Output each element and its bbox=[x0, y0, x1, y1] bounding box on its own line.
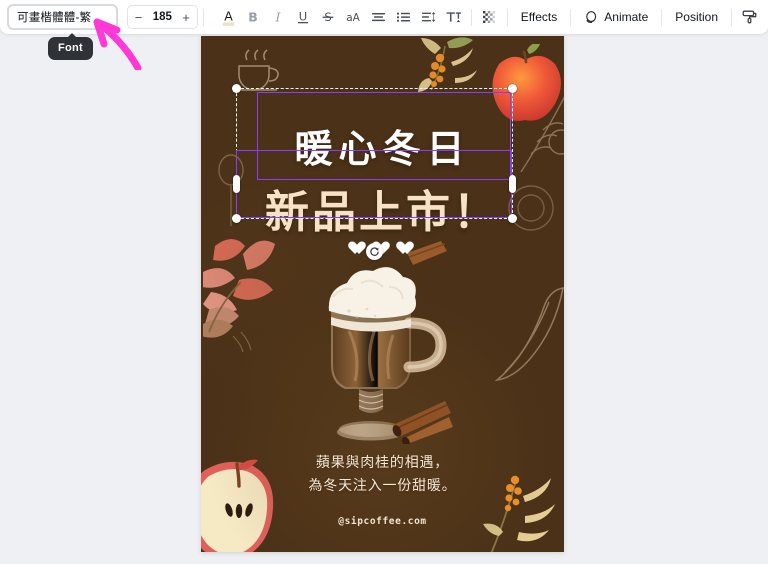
font-family-selector[interactable]: 可畫楷體體-繁 bbox=[7, 4, 118, 30]
letter-case-button[interactable]: aA bbox=[341, 5, 366, 30]
text-color-button[interactable]: A bbox=[216, 5, 241, 30]
effects-label: Effects bbox=[520, 10, 558, 24]
toolbar-divider bbox=[470, 8, 472, 26]
selection-handle-top-right[interactable] bbox=[508, 84, 517, 93]
svg-text:A: A bbox=[224, 8, 233, 23]
text-fit-icon bbox=[446, 12, 461, 23]
svg-text:I: I bbox=[275, 10, 282, 25]
font-tooltip: Font bbox=[48, 33, 94, 60]
selection-dashed-bottom bbox=[236, 218, 512, 219]
animate-button[interactable]: Animate bbox=[576, 5, 656, 30]
strikethrough-button[interactable]: S bbox=[316, 5, 341, 30]
position-label: Position bbox=[675, 10, 718, 24]
effects-button[interactable]: Effects bbox=[513, 5, 565, 30]
svg-text:U: U bbox=[299, 9, 307, 23]
italic-button[interactable]: I bbox=[266, 5, 291, 30]
toolbar-divider bbox=[731, 8, 732, 26]
transparency-button[interactable] bbox=[477, 5, 502, 30]
font-size-decrease-button[interactable]: − bbox=[135, 11, 143, 24]
underline-icon: U bbox=[298, 9, 309, 23]
selection-handle-right-middle[interactable] bbox=[509, 175, 516, 193]
bullet-list-icon bbox=[396, 12, 410, 22]
selection-handle-left-middle[interactable] bbox=[233, 175, 240, 193]
bold-button[interactable]: B bbox=[241, 5, 266, 30]
bold-icon: B bbox=[249, 10, 259, 25]
paint-roller-icon bbox=[742, 10, 756, 24]
selection-handle-top-left[interactable] bbox=[232, 84, 241, 93]
line-spacing-button[interactable] bbox=[416, 5, 441, 30]
line-spacing-icon bbox=[421, 12, 436, 22]
strikethrough-icon: S bbox=[322, 10, 334, 24]
toolbar-divider bbox=[570, 8, 572, 26]
text-frame-line2[interactable] bbox=[236, 150, 512, 218]
selection-handle-bottom-right[interactable] bbox=[508, 214, 517, 223]
font-family-label: 可畫楷體體-繁 bbox=[17, 12, 92, 24]
tooltip-arrow bbox=[67, 33, 77, 38]
text-color-icon: A bbox=[222, 8, 235, 26]
italic-icon: I bbox=[275, 10, 282, 25]
text-align-button[interactable] bbox=[366, 5, 391, 30]
font-size-increase-button[interactable]: + bbox=[182, 11, 190, 24]
selection-handle-bottom-left[interactable] bbox=[232, 214, 241, 223]
transparency-checker-icon bbox=[483, 11, 496, 23]
svg-text:aA: aA bbox=[346, 12, 360, 24]
position-button[interactable]: Position bbox=[667, 5, 726, 30]
selection-dashed-right bbox=[512, 88, 513, 218]
animate-label: Animate bbox=[604, 10, 649, 24]
underline-button[interactable]: U bbox=[291, 5, 316, 30]
selection-dashed-top bbox=[236, 88, 512, 89]
svg-text:B: B bbox=[249, 10, 259, 25]
bullet-list-button[interactable] bbox=[391, 5, 416, 30]
selection-overlay bbox=[201, 36, 564, 552]
text-fit-button[interactable] bbox=[441, 5, 466, 30]
letter-case-icon: aA bbox=[346, 12, 360, 24]
align-left-icon bbox=[371, 13, 385, 22]
animate-icon bbox=[586, 10, 597, 23]
font-size-value[interactable]: 185 bbox=[153, 11, 172, 23]
text-toolbar: 可畫楷體體-繁 − 185 + A B I U S aA Effects Ani… bbox=[0, 0, 768, 34]
font-size-stepper[interactable]: − 185 + bbox=[126, 5, 198, 29]
toolbar-divider bbox=[661, 8, 663, 26]
toolbar-divider bbox=[202, 8, 204, 26]
design-canvas[interactable]: 暖心冬日 新品上市！ 蘋果與肉桂的相遇， 為冬天注入一份甜暖。 @sipcoff… bbox=[201, 36, 564, 552]
tooltip-label: Font bbox=[48, 37, 94, 60]
copy-style-button[interactable] bbox=[737, 5, 762, 30]
toolbar-divider bbox=[506, 8, 508, 26]
